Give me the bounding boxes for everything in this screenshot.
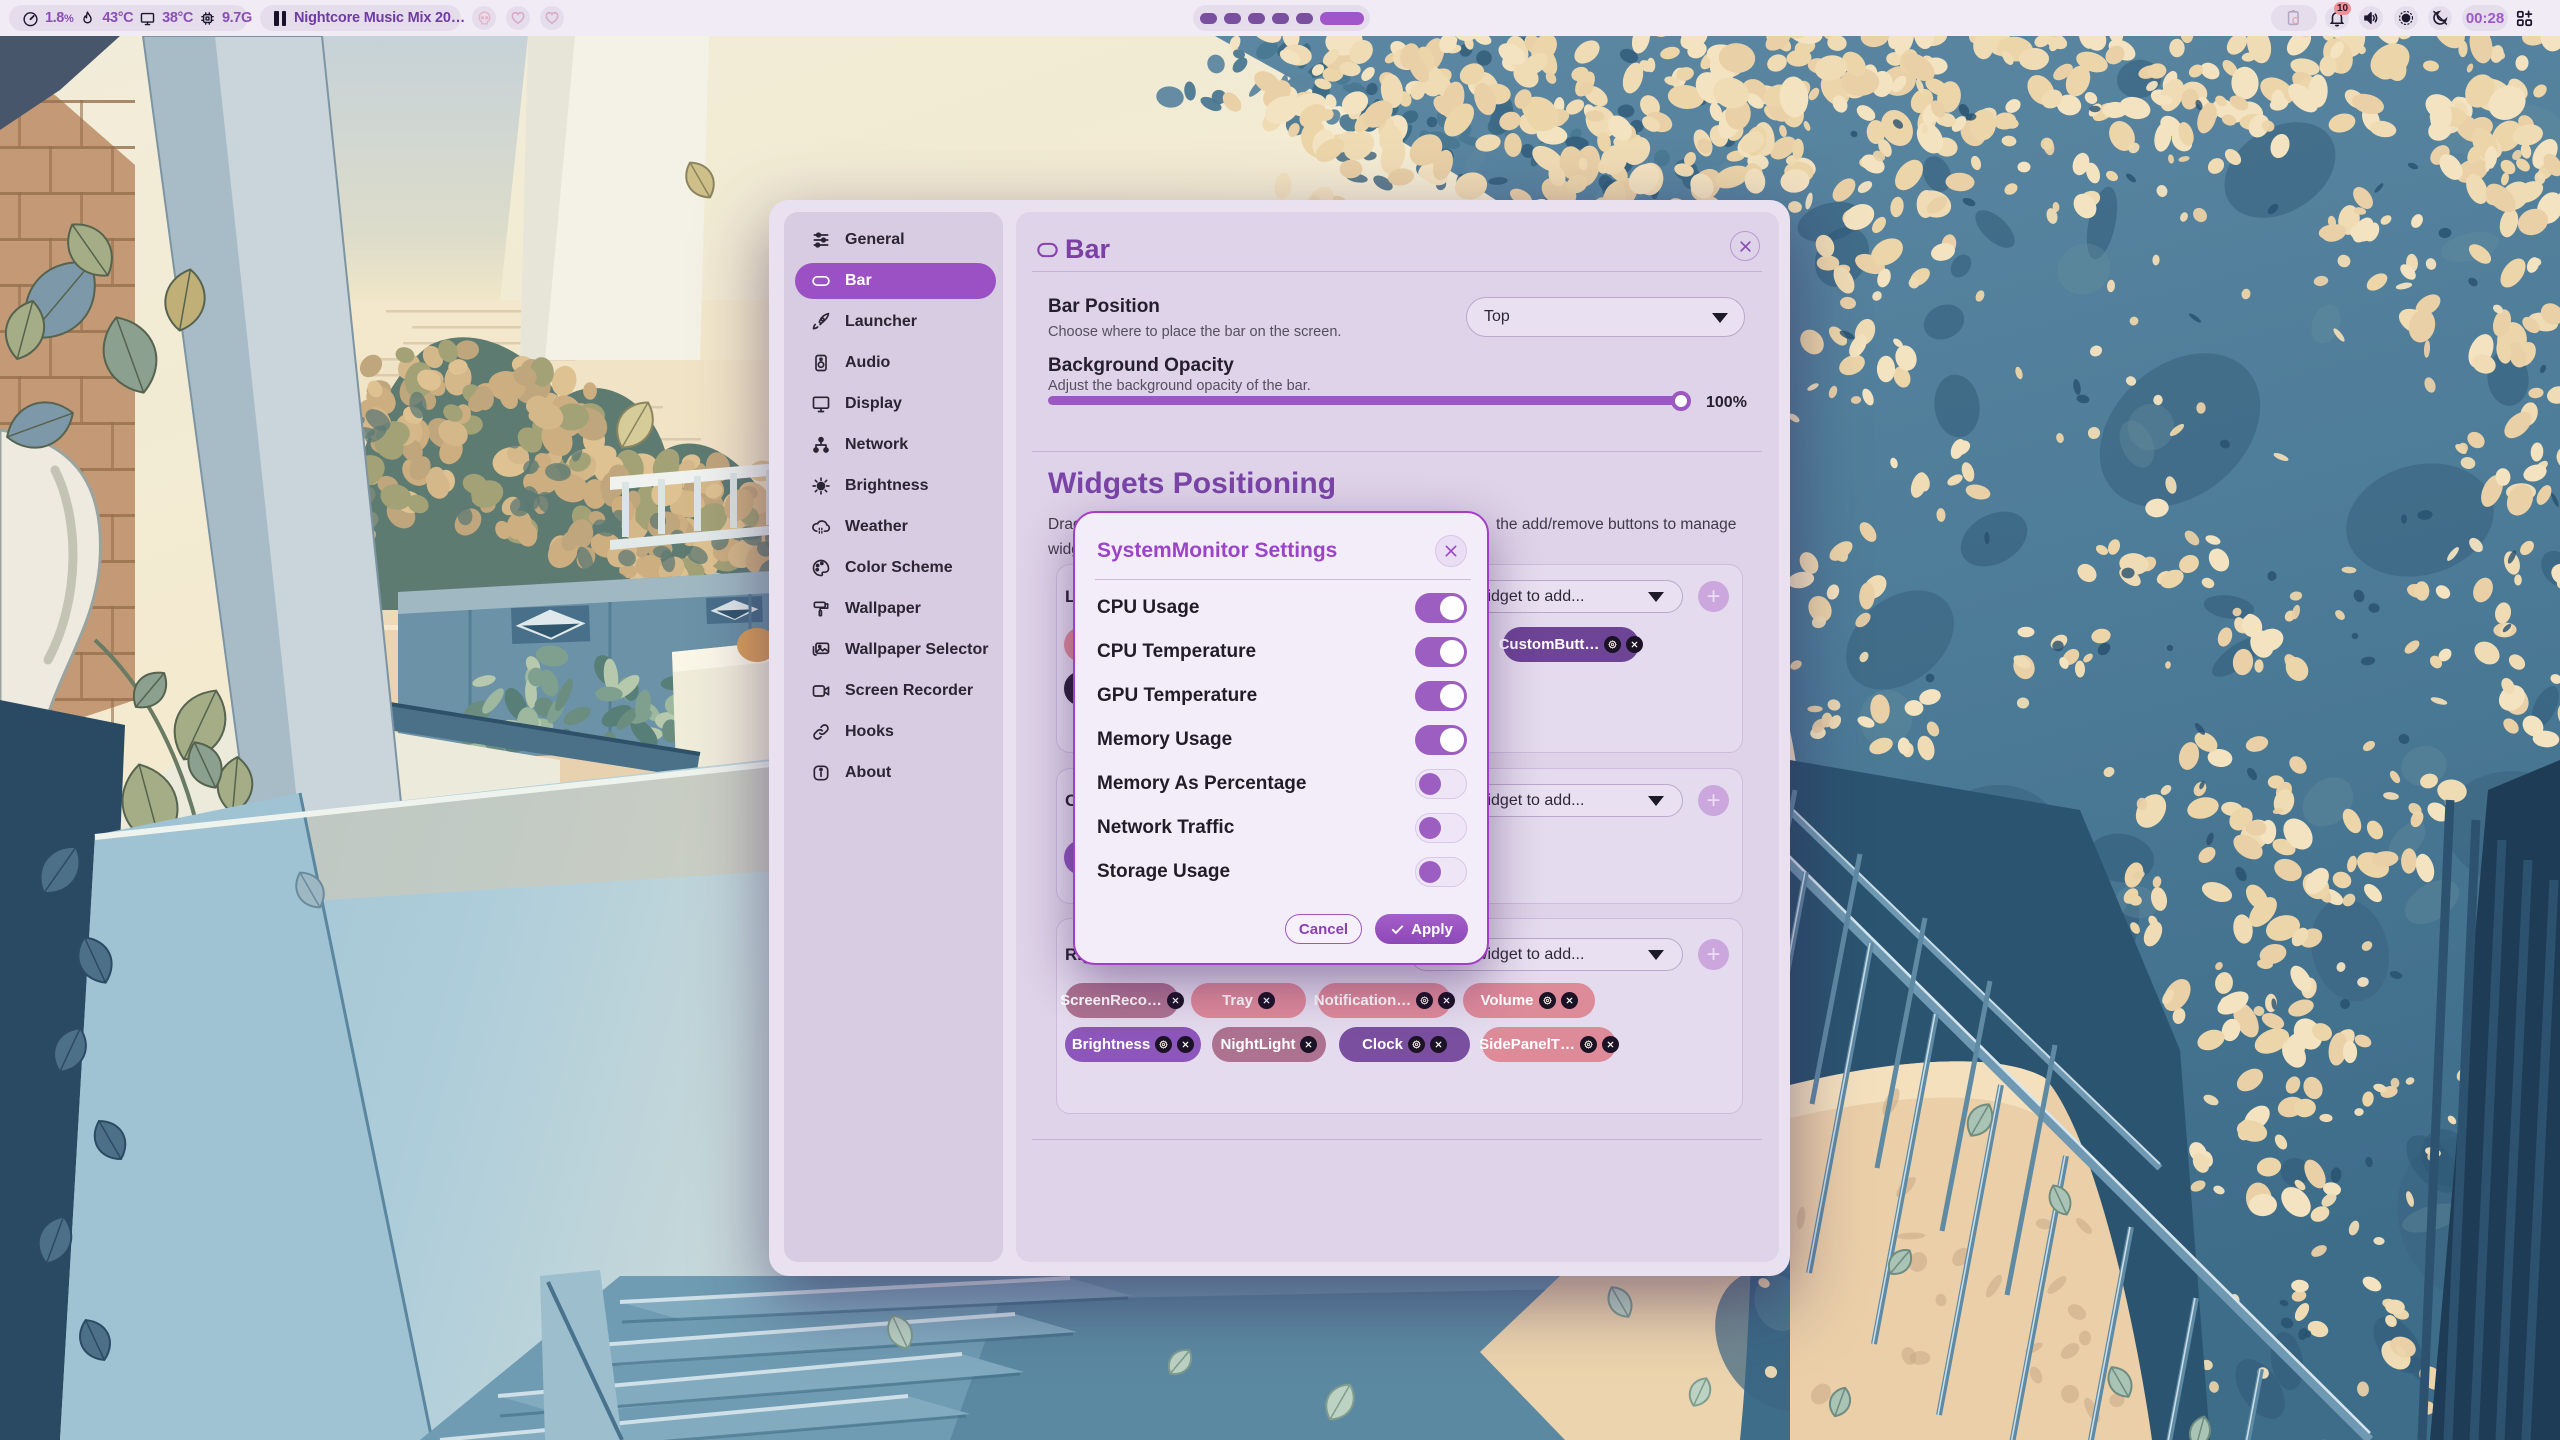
svg-text:C: C: [2291, 16, 2299, 27]
